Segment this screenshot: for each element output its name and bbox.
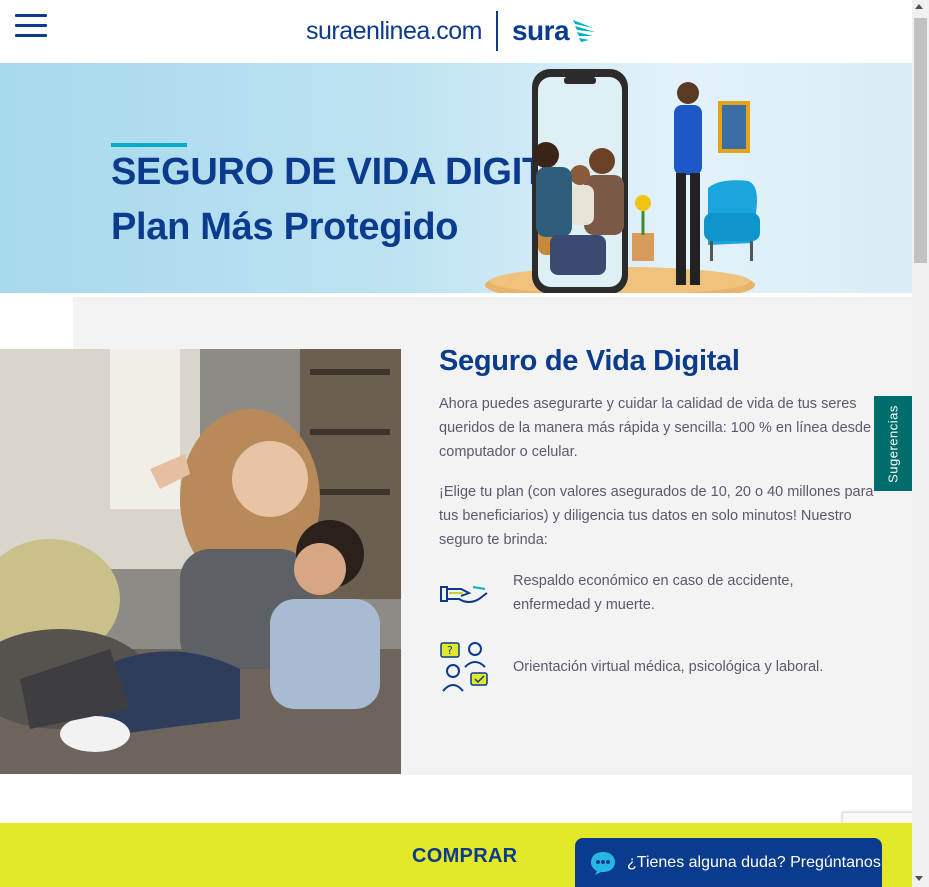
scrollbar-thumb[interactable] [914,18,927,263]
logo-brand-text: sura [511,15,570,46]
site-logo[interactable]: suraenlinea.com sura [306,10,597,52]
benefit-text: Respaldo económico en caso de accidente,… [513,573,794,613]
scroll-down-arrow-icon[interactable] [915,876,923,881]
scroll-up-arrow-icon[interactable] [915,4,923,9]
intro-paragraph: Ahora puedes asegurarte y cuidar la cali… [439,396,888,460]
hand-coin-icon [440,586,488,603]
logo-domain-text: suraenlinea.com [306,16,482,45]
section-heading: Seguro de Vida Digital [439,345,740,377]
sugerencias-tab[interactable]: Sugerencias [874,396,912,491]
svg-text:?: ? [447,644,453,657]
buy-button[interactable]: COMPRAR [412,845,517,868]
medical-consult-icon: ? [440,642,488,692]
sugerencias-label: Sugerencias [885,404,901,483]
product-description: Seguro de Vida Digital Ahora puedes aseg… [439,345,894,692]
mother-daughter-photo [0,349,401,774]
hero-accent-line [111,143,187,147]
hero-banner: SEGURO DE VIDA DIGITAL Plan Más Protegid… [0,63,912,293]
menu-icon[interactable] [15,14,47,38]
hero-family-phone-illustration [485,69,760,293]
logo-divider [495,11,498,51]
plan-paragraph: ¡Elige tu plan (con valores asegurados d… [439,484,874,548]
benefit-text: Orientación virtual médica, psicológica … [513,659,824,675]
sura-wings-icon [573,20,596,42]
site-header: suraenlinea.com sura [0,0,912,63]
chat-label: ¿Tienes alguna duda? Pregúntanos [627,853,881,871]
hero-subtitle: Plan Más Protegido [111,206,459,248]
benefit-item: Respaldo económico en caso de accidente,… [439,569,833,621]
chat-bubble-icon [591,851,615,875]
chat-widget-button[interactable]: ¿Tienes alguna duda? Pregúntanos [575,838,882,887]
benefit-item: ? Orientación virtual médica, psicológic… [439,641,833,693]
